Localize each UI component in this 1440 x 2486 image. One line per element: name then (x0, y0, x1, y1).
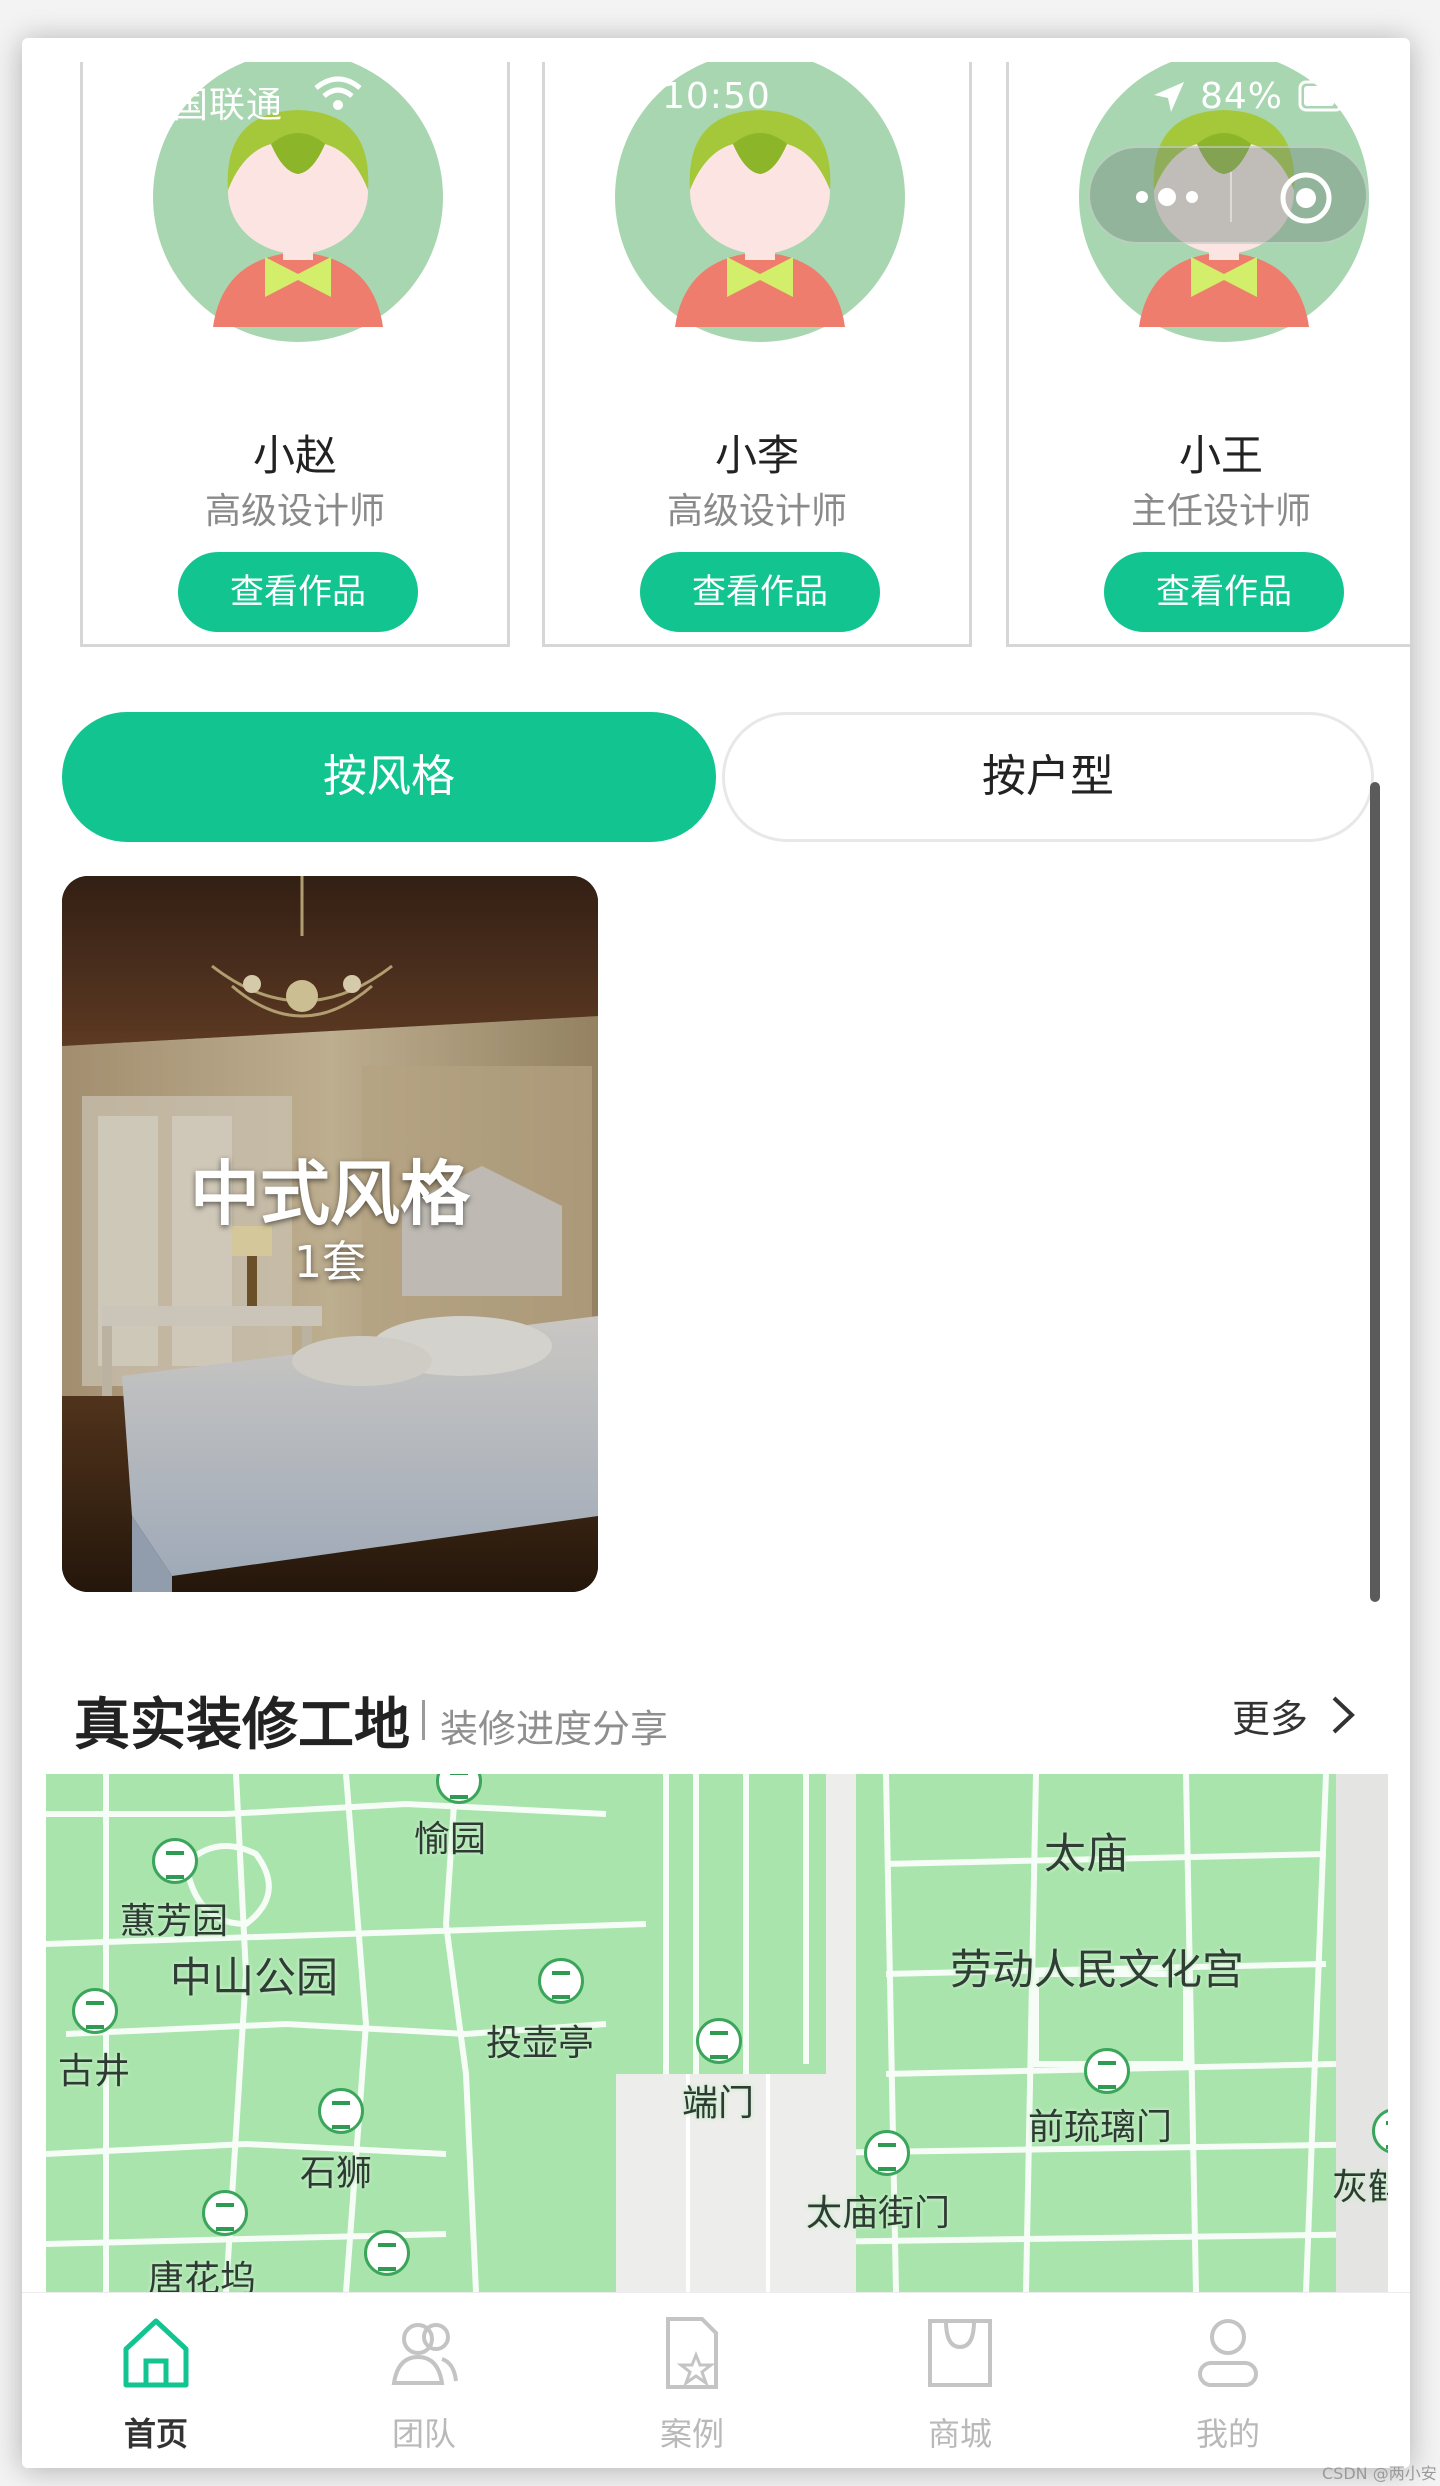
style-card-count: 1套 (294, 1237, 366, 1288)
home-icon (123, 2318, 189, 2388)
team-icon (391, 2323, 458, 2385)
map-poi-icon[interactable] (318, 2088, 364, 2134)
designer-card[interactable]: 小李 高级设计师 查看作品 (542, 62, 972, 647)
bottom-tab-bar: 首页 团队 案例 商城 我的 (22, 2292, 1410, 2468)
designer-title: 高级设计师 (204, 491, 385, 532)
section-title: 真实装修工地 (74, 1693, 410, 1758)
nav-label: 团队 (391, 2415, 456, 2453)
style-card[interactable]: 中式风格 1套 (62, 876, 598, 1592)
nav-team[interactable]: 团队 (290, 2293, 558, 2468)
nav-profile[interactable]: 我的 (1094, 2293, 1362, 2468)
map-label: 古井 (58, 2051, 131, 2092)
map-label: 灰鹤 (1332, 2167, 1388, 2208)
battery-text: 84% (1200, 76, 1284, 117)
map-poi-icon[interactable] (864, 2130, 910, 2176)
map-label: 唐花坞 (148, 2259, 257, 2292)
designer-card[interactable]: 小赵 高级设计师 查看作品 (80, 62, 510, 647)
map-poi-icon[interactable] (152, 1838, 198, 1884)
map-label: 愉园 (414, 1819, 487, 1860)
map-label: 中山公园 (170, 1953, 339, 2002)
scrollbar[interactable] (1370, 782, 1380, 1602)
shop-icon (928, 2319, 992, 2387)
site-map[interactable]: 愉园 蕙芳园 中山公园 古井 投壶亭 端门 石狮 唐花坞 太庙 劳动人民文化宫 … (46, 1774, 1388, 2292)
battery-icon (1298, 80, 1348, 112)
map-label: 太庙街门 (806, 2193, 951, 2234)
designer-name: 小赵 (252, 431, 337, 480)
nav-home[interactable]: 首页 (22, 2293, 290, 2468)
map-poi-icon[interactable] (696, 2018, 742, 2064)
map-label: 太庙 (1044, 1829, 1129, 1878)
designer-title: 主任设计师 (1130, 491, 1311, 532)
miniprogram-capsule[interactable] (1088, 146, 1368, 244)
map-poi-icon[interactable] (1084, 2048, 1130, 2094)
case-icon (666, 2317, 718, 2389)
clock-text: 10:50 (662, 76, 771, 117)
nav-cases[interactable]: 案例 (558, 2293, 826, 2468)
section-subtitle: 装修进度分享 (440, 1707, 669, 1751)
map-poi-icon[interactable] (72, 1988, 118, 2034)
nav-label: 商城 (927, 2415, 992, 2453)
view-works-button[interactable]: 查看作品 (178, 552, 418, 632)
close-miniprogram-icon[interactable] (1278, 170, 1334, 226)
nav-label: 我的 (1195, 2415, 1260, 2453)
map-label: 前琉璃门 (1028, 2107, 1173, 2148)
carrier-text: 国联通 (172, 85, 284, 126)
view-works-button[interactable]: 查看作品 (640, 552, 880, 632)
wifi-icon (314, 76, 362, 110)
more-dots-icon[interactable] (1132, 184, 1202, 210)
designer-title: 高级设计师 (666, 491, 847, 532)
nav-shop[interactable]: 商城 (826, 2293, 1094, 2468)
designer-name: 小王 (1178, 431, 1263, 480)
view-works-button[interactable]: 查看作品 (1104, 552, 1344, 632)
section-divider (422, 1700, 425, 1740)
map-label: 端门 (682, 2083, 755, 2124)
map-poi-icon[interactable] (538, 1958, 584, 2004)
chevron-right-icon[interactable] (1322, 1690, 1362, 1740)
more-link[interactable]: 更多 (1232, 1688, 1308, 1743)
nav-label: 首页 (123, 2415, 188, 2453)
map-label: 石狮 (300, 2153, 373, 2194)
tab-by-style[interactable]: 按风格 (62, 712, 716, 842)
designer-name: 小李 (714, 431, 799, 480)
map-label: 劳动人民文化宫 (950, 1945, 1245, 1994)
location-arrow-icon (1154, 82, 1184, 112)
capsule-divider (1230, 172, 1232, 222)
profile-icon (1198, 2319, 1258, 2387)
style-card-title: 中式风格 (190, 1153, 470, 1235)
map-label: 蕙芳园 (120, 1901, 229, 1942)
map-poi-icon[interactable] (202, 2190, 248, 2236)
map-label: 投壶亭 (486, 2023, 595, 2064)
nav-label: 案例 (659, 2415, 724, 2453)
app-screen: 小赵 高级设计师 查看作品 小李 高级设计师 查看作品 小王 主任设计师 查看作… (22, 38, 1410, 2468)
tab-by-layout[interactable]: 按户型 (722, 712, 1374, 842)
map-poi-icon[interactable] (364, 2230, 410, 2276)
watermark: CSDN @两小安 (1322, 2464, 1437, 2483)
